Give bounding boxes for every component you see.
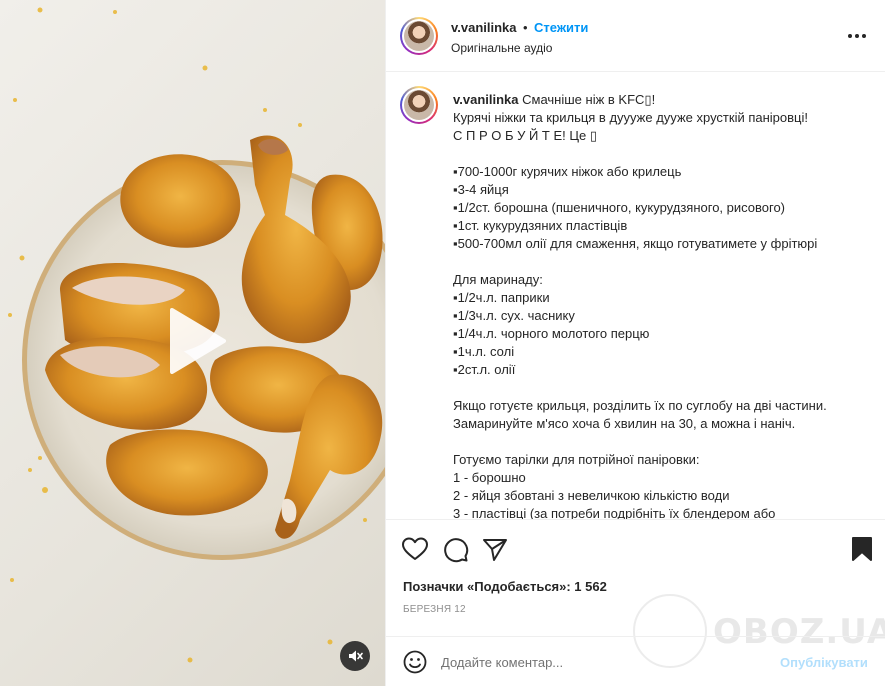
comment-bar: Опублікувати: [386, 636, 885, 686]
caption-line: [453, 145, 873, 163]
caption-username[interactable]: v.vanilinka: [453, 92, 519, 107]
caption-line: ▪︎700-1000г курячих ніжок або крилець: [453, 164, 682, 179]
follow-button[interactable]: Стежити: [534, 20, 588, 35]
caption-text: v.vanilinka Смачніше ніж в KFC▯! Курячі …: [453, 91, 873, 520]
post-comment-button[interactable]: Опублікувати: [780, 655, 868, 670]
caption-line: 1 - борошно: [453, 470, 526, 485]
emoji-icon[interactable]: [403, 650, 427, 674]
caption-line: ▪︎1/2ч.л. паприки: [453, 290, 550, 305]
caption-line: ▪︎1/4ч.л. чорного молотого перцю: [453, 326, 650, 341]
avatar[interactable]: [400, 17, 438, 55]
caption-line: ▪︎1/2ст. борошна (пшеничного, кукурудзян…: [453, 200, 786, 215]
caption-line: ▪︎1ч.л. солі: [453, 344, 515, 359]
caption-line: Якщо готуєте крильця, розділить їх по су…: [453, 398, 827, 413]
heart-icon[interactable]: [401, 535, 429, 563]
header-username[interactable]: v.vanilinka: [451, 20, 517, 35]
caption-line: 2 - яйця збовтані з невеличкою кількістю…: [453, 488, 730, 503]
post-media[interactable]: [0, 0, 385, 686]
comment-input[interactable]: [441, 651, 761, 673]
caption-line: ▪︎1/3ч.л. сух. часнику: [453, 308, 575, 323]
caption-line: ▪︎1ст. кукурудзяних пластівців: [453, 218, 628, 233]
play-icon[interactable]: [162, 306, 232, 376]
caption-line: ▪︎500-700мл олії для смаження, якщо готу…: [453, 236, 818, 251]
caption-line: [453, 433, 873, 451]
bookmark-icon[interactable]: [848, 535, 876, 563]
caption-line: ▪︎3-4 яйця: [453, 182, 509, 197]
header-separator: •: [523, 20, 528, 35]
caption-line: [453, 379, 873, 397]
post-details-panel: v.vanilinka • Стежити Оригінальне аудіо …: [385, 0, 885, 686]
caption-line: [453, 253, 873, 271]
caption-line: ▪︎2ст.л. олії: [453, 362, 516, 377]
caption-line: Замаринуйте м'ясо хоча б хвилин на 30, а…: [453, 416, 796, 431]
caption-avatar[interactable]: [400, 86, 438, 124]
more-options-icon[interactable]: [846, 26, 868, 46]
mute-icon[interactable]: [340, 641, 370, 671]
action-bar: [386, 521, 885, 571]
caption-first-line: Смачніше ніж в KFC▯!: [522, 92, 656, 107]
caption-line: Готуємо тарілки для потрійної паніровки:: [453, 452, 700, 467]
caption-area[interactable]: v.vanilinka Смачніше ніж в KFC▯! Курячі …: [386, 73, 885, 520]
original-audio-link[interactable]: Оригінальне аудіо: [451, 41, 552, 55]
likes-count[interactable]: Позначки «Подобається»: 1 562: [403, 579, 607, 594]
post-header: v.vanilinka • Стежити Оригінальне аудіо: [386, 0, 885, 72]
caption-line: 3 - пластівці (за потреби подрібніть їх …: [453, 506, 776, 520]
caption-line: Курячі ніжки та крильця в дуууже дууже х…: [453, 110, 808, 125]
post-date[interactable]: Березня 12: [403, 604, 466, 615]
caption-line: Для маринаду:: [453, 272, 543, 287]
share-icon[interactable]: [481, 535, 509, 563]
caption-line: С П Р О Б У Й Т Е! Це ▯: [453, 128, 597, 143]
comment-icon[interactable]: [441, 535, 469, 563]
